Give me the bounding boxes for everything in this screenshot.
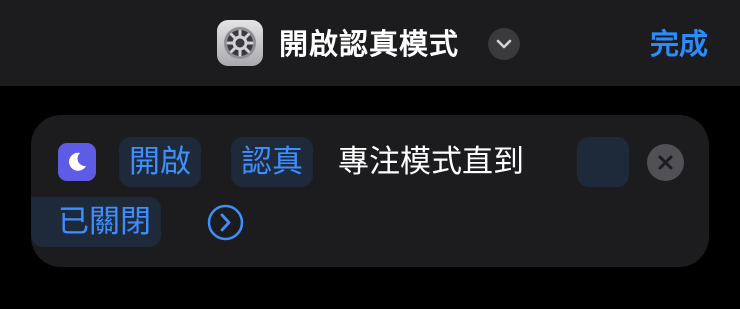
settings-gear-icon	[217, 20, 263, 66]
action-description-text: 專注模式直到	[338, 144, 524, 180]
condition-parameter-token[interactable]: 已關閉	[31, 197, 161, 247]
until-parameter-token[interactable]	[577, 137, 629, 187]
shortcut-title[interactable]: 開啟認真模式	[279, 22, 459, 66]
chevron-right-circle-icon[interactable]	[207, 204, 244, 241]
chevron-down-icon[interactable]	[488, 28, 520, 60]
close-circle-icon[interactable]	[647, 144, 684, 181]
moon-icon	[58, 143, 96, 181]
focus-mode-parameter-token[interactable]: 認真	[231, 137, 313, 187]
done-button[interactable]: 完成	[650, 22, 708, 66]
action-card: 開啟 認真 專注模式直到 已關閉	[31, 115, 709, 267]
verb-parameter-token[interactable]: 開啟	[119, 137, 201, 187]
navigation-bar: 開啟認真模式 完成	[0, 0, 740, 86]
